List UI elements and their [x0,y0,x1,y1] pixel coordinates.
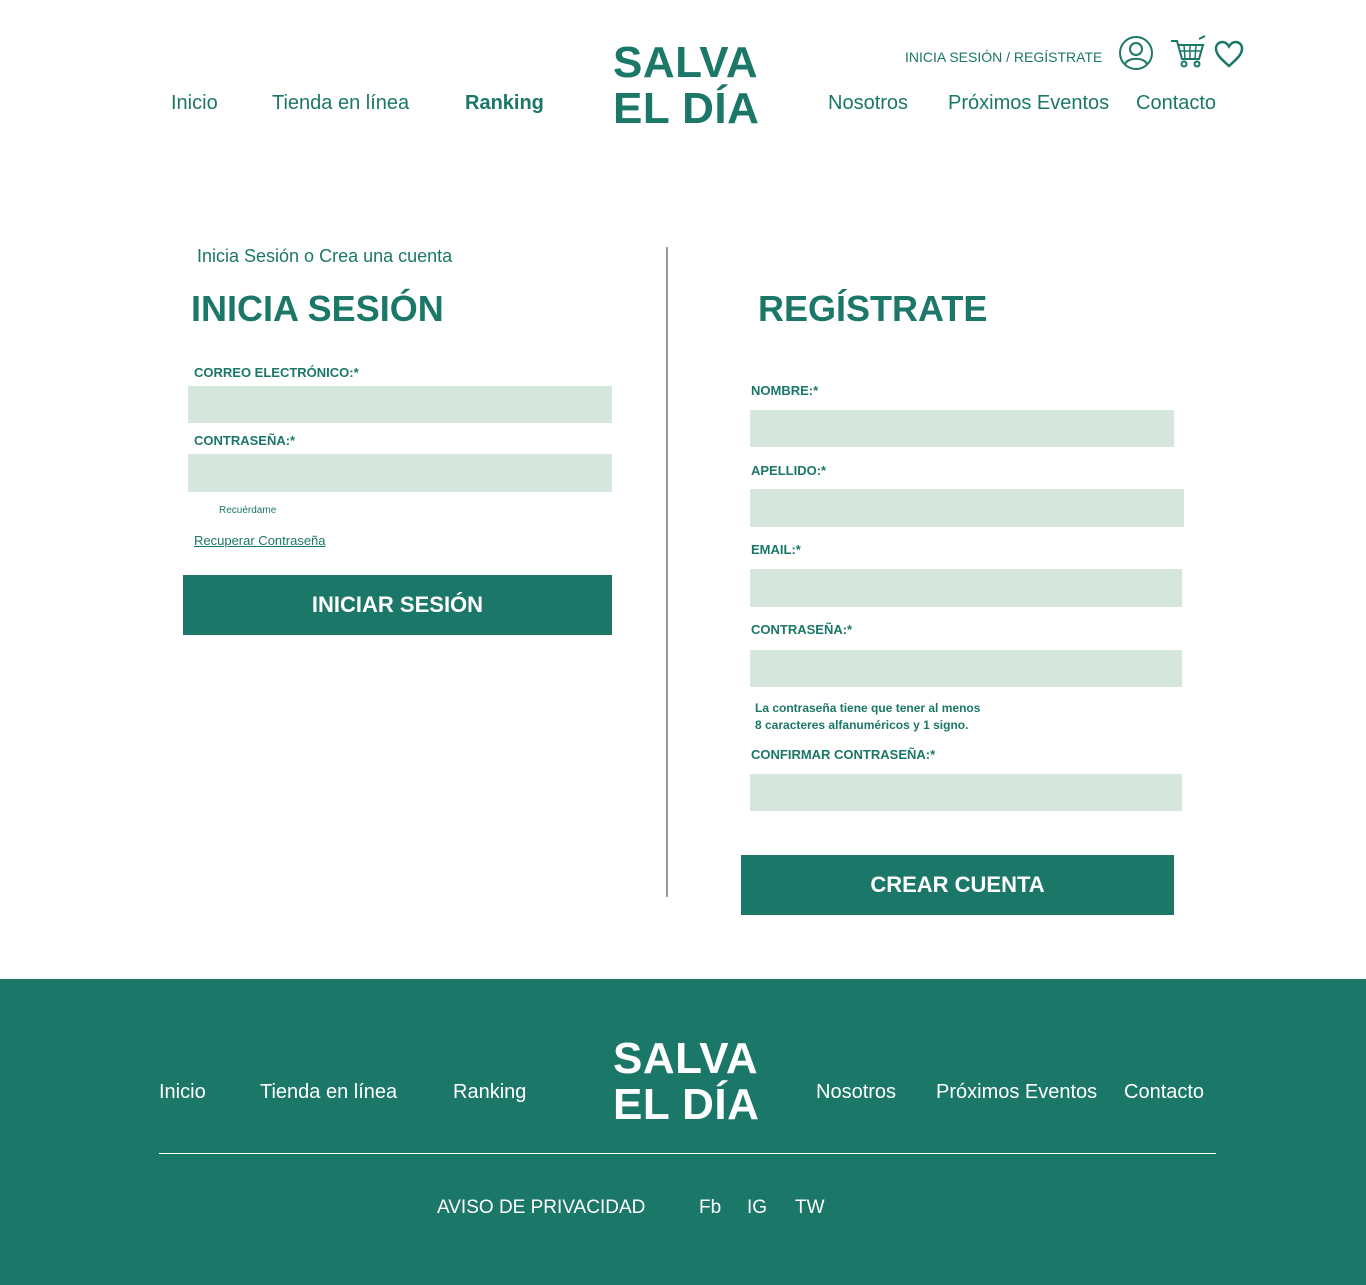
heart-icon[interactable] [1214,40,1244,73]
register-confirm-label: CONFIRMAR CONTRASEÑA:* [751,747,936,762]
register-email-label: EMAIL:* [751,542,801,557]
create-account-button[interactable]: CREAR CUENTA [741,855,1174,915]
register-name-input[interactable] [750,410,1174,447]
footer-logo-line-2: EL DÍA [613,1080,760,1129]
register-lastname-label: APELLIDO:* [751,463,827,478]
register-confirm-input[interactable] [750,774,1182,811]
login-email-input[interactable] [188,386,612,423]
register-email-input[interactable] [750,569,1182,607]
footer-link-inicio[interactable]: Inicio [159,1081,206,1104]
register-password-label: CONTRASEÑA:* [751,622,853,637]
logo-line-1: SALVA [613,38,759,87]
remember-me-checkbox[interactable]: Recuérdame [219,505,276,516]
register-name-label: NOMBRE:* [751,383,819,398]
privacy-notice-link[interactable]: AVISO DE PRIVACIDAD [437,1197,645,1219]
footer-link-contacto[interactable]: Contacto [1124,1081,1204,1104]
register-password-input[interactable] [750,650,1182,687]
facebook-link[interactable]: Fb [699,1197,721,1219]
nav-link-eventos[interactable]: Próximos Eventos [948,92,1109,115]
section-divider [666,247,668,897]
password-hint-line-2: 8 caracteres alfanuméricos y 1 signo. [755,718,969,732]
password-hint: La contraseña tiene que tener al menos 8… [755,700,980,734]
logo-line-2: EL DÍA [613,84,760,133]
password-hint-line-1: La contraseña tiene que tener al menos [755,701,981,715]
register-lastname-input[interactable] [750,489,1184,527]
twitter-link[interactable]: TW [795,1197,825,1219]
footer-link-eventos[interactable]: Próximos Eventos [936,1081,1097,1104]
footer-link-ranking[interactable]: Ranking [453,1081,526,1104]
footer-link-nosotros[interactable]: Nosotros [816,1081,896,1104]
register-title: REGÍSTRATE [758,288,988,329]
nav-link-contacto[interactable]: Contacto [1136,92,1216,115]
recover-password-link[interactable]: Recuperar Contraseña [194,533,326,548]
footer-divider [159,1153,1216,1154]
nav-link-tienda[interactable]: Tienda en línea [272,92,409,115]
login-button[interactable]: INICIAR SESIÓN [183,575,612,635]
login-password-input[interactable] [188,454,612,492]
site-footer: Inicio Tienda en línea Ranking SALVA EL … [0,979,1366,1285]
breadcrumb: Inicia Sesión o Crea una cuenta [197,246,453,266]
footer-link-tienda[interactable]: Tienda en línea [260,1081,397,1104]
login-password-label: CONTRASEÑA:* [194,433,296,448]
footer-logo[interactable]: SALVA EL DÍA [613,1036,759,1128]
login-email-label: CORREO ELECTRÓNICO:* [194,365,359,380]
nav-link-nosotros[interactable]: Nosotros [828,92,908,115]
footer-logo-line-1: SALVA [613,1034,759,1083]
login-title: INICIA SESIÓN [191,288,444,329]
site-logo[interactable]: SALVA EL DÍA [613,40,759,132]
cart-icon[interactable] [1169,35,1207,74]
user-icon[interactable] [1118,35,1154,76]
login-register-link[interactable]: INICIA SESIÓN / REGÍSTRATE [905,49,1102,65]
nav-link-ranking[interactable]: Ranking [465,92,544,115]
nav-link-inicio[interactable]: Inicio [171,92,218,115]
instagram-link[interactable]: IG [747,1197,767,1219]
